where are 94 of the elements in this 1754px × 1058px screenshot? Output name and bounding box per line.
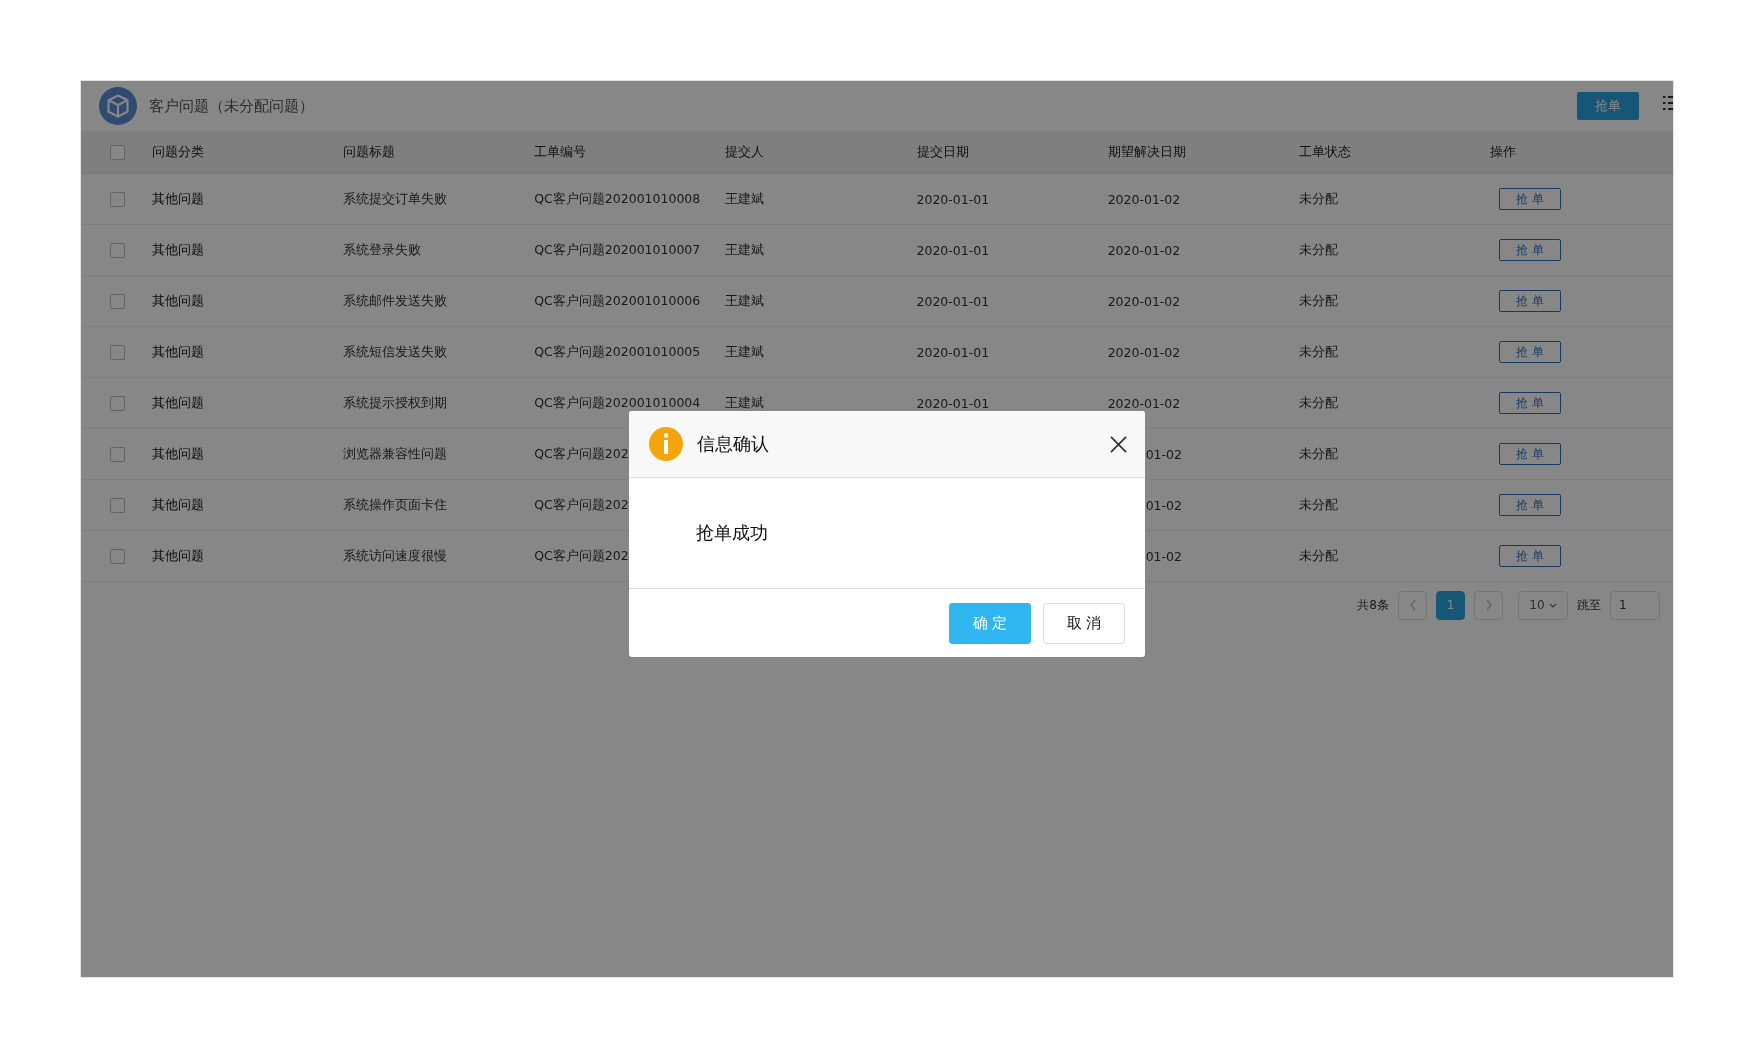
grab-order-button[interactable]: 抢 单 [1498,545,1561,567]
prev-page-button[interactable] [1398,590,1427,620]
table-cell: 2020-01-01 [916,191,990,207]
next-page-button[interactable] [1474,590,1503,620]
table-cell: 其他问题 [152,241,204,257]
grab-order-button[interactable]: 抢 单 [1498,392,1561,414]
row-checkbox[interactable] [110,548,125,564]
table-cell: QC客户问题202001010004 [534,394,701,410]
table-cell: QC客户问题202 [534,496,629,512]
column-header: 问题分类 [151,143,205,161]
table-cell: QC客户问题202001010008 [534,190,701,206]
table-cell: 系统邮件发送失败 [343,292,448,308]
page-title: 客户问题（未分配问题） [149,96,314,116]
table-cell: 其他问题 [152,547,204,563]
dialog-message: 抢单成功 [696,521,768,545]
table-cell: 2020-01-01 [916,293,990,309]
table-cell: 未分配 [1298,547,1338,563]
table-cell: QC客户问题202001010006 [534,292,701,308]
table-cell: 王建斌 [725,343,765,359]
table-cell: 01-02 [1145,497,1182,513]
table-cell: 2020-01-02 [1107,395,1181,411]
table-cell: 系统短信发送失败 [343,343,448,359]
column-header: 工单编号 [533,143,588,161]
table-cell: 浏览器兼容性问题 [343,445,448,461]
chevron-down-icon [1548,602,1557,608]
table-cell: 未分配 [1298,292,1338,308]
table-cell: 其他问题 [152,496,204,512]
table-cell: 未分配 [1298,241,1338,257]
table-cell: 2020-01-01 [916,395,990,411]
table-cell: 系统操作页面卡住 [343,496,448,512]
table-cell: QC客户问题202001010007 [534,241,701,257]
table-cell: QC客户问题202 [534,445,629,461]
table-cell: 王建斌 [725,394,765,410]
grab-order-button[interactable]: 抢 单 [1498,494,1561,516]
grab-order-button[interactable]: 抢 单 [1498,239,1561,261]
table-cell: 系统提交订单失败 [343,190,448,206]
table-cell: 01-02 [1145,548,1182,564]
info-icon [649,427,683,461]
chevron-right-icon [1484,599,1493,611]
column-header: 提交日期 [915,143,970,161]
table-cell: 其他问题 [152,445,204,461]
table-cell: 其他问题 [152,343,204,359]
cube-logo-icon [99,87,137,125]
table-cell: 其他问题 [152,394,204,410]
table-cell: 未分配 [1298,445,1338,461]
table-cell: 2020-01-02 [1107,344,1181,360]
table-cell: 王建斌 [725,190,765,206]
table-cell: 未分配 [1298,190,1338,206]
jump-page-field[interactable]: 1 [1610,590,1660,620]
grab-order-button[interactable]: 抢 单 [1498,443,1561,465]
table-cell: 其他问题 [152,292,204,308]
table-cell: 2020-01-02 [1107,293,1181,309]
row-checkbox[interactable] [110,242,125,258]
dialog-title: 信息确认 [697,432,769,456]
table-cell: 系统提示授权到期 [343,394,448,410]
column-header: 期望解决日期 [1106,143,1187,161]
table-cell: 系统访问速度很慢 [343,547,448,563]
table-cell: 王建斌 [725,292,765,308]
confirm-button[interactable]: 确 定 [949,602,1031,644]
table-cell: 未分配 [1298,394,1338,410]
column-header: 操作 [1488,143,1517,161]
grab-order-button[interactable]: 抢 单 [1498,188,1561,210]
table-cell: 2020-01-01 [916,344,990,360]
chevron-left-icon [1408,599,1417,611]
select-all-checkbox[interactable] [110,144,125,160]
row-checkbox[interactable] [110,344,125,360]
table-cell: 2020-01-02 [1107,242,1181,258]
column-header: 提交人 [724,143,766,161]
column-header: 工单状态 [1297,143,1352,161]
column-header: 问题标题 [342,143,397,161]
table-cell: 01-02 [1145,446,1182,462]
table-cell: QC客户问题202 [534,547,629,563]
row-checkbox[interactable] [110,395,125,411]
row-checkbox[interactable] [110,191,125,207]
table-cell: 系统登录失败 [343,241,422,257]
table-cell: 王建斌 [725,241,765,257]
page-button[interactable]: 1 [1436,590,1465,620]
table-cell: 未分配 [1298,496,1338,512]
row-checkbox[interactable] [110,497,125,513]
row-checkbox[interactable] [110,293,125,309]
table-cell: 其他问题 [152,190,204,206]
jump-label: 跳至 [1577,596,1601,614]
table-cell: 2020-01-02 [1107,191,1181,207]
row-checkbox[interactable] [110,446,125,462]
total-count: 共8条 [1357,596,1389,614]
close-icon[interactable] [1110,435,1127,453]
page-size-select[interactable]: 10 [1518,590,1568,620]
table-cell: 未分配 [1298,343,1338,359]
grab-order-button[interactable]: 抢 单 [1498,290,1561,312]
table-cell: QC客户问题202001010005 [534,343,701,359]
grab-order-button[interactable]: 抢 单 [1498,341,1561,363]
cancel-button[interactable]: 取 消 [1043,602,1125,644]
grab-order-button[interactable]: 抢单 [1577,92,1639,120]
table-cell: 2020-01-01 [916,242,990,258]
